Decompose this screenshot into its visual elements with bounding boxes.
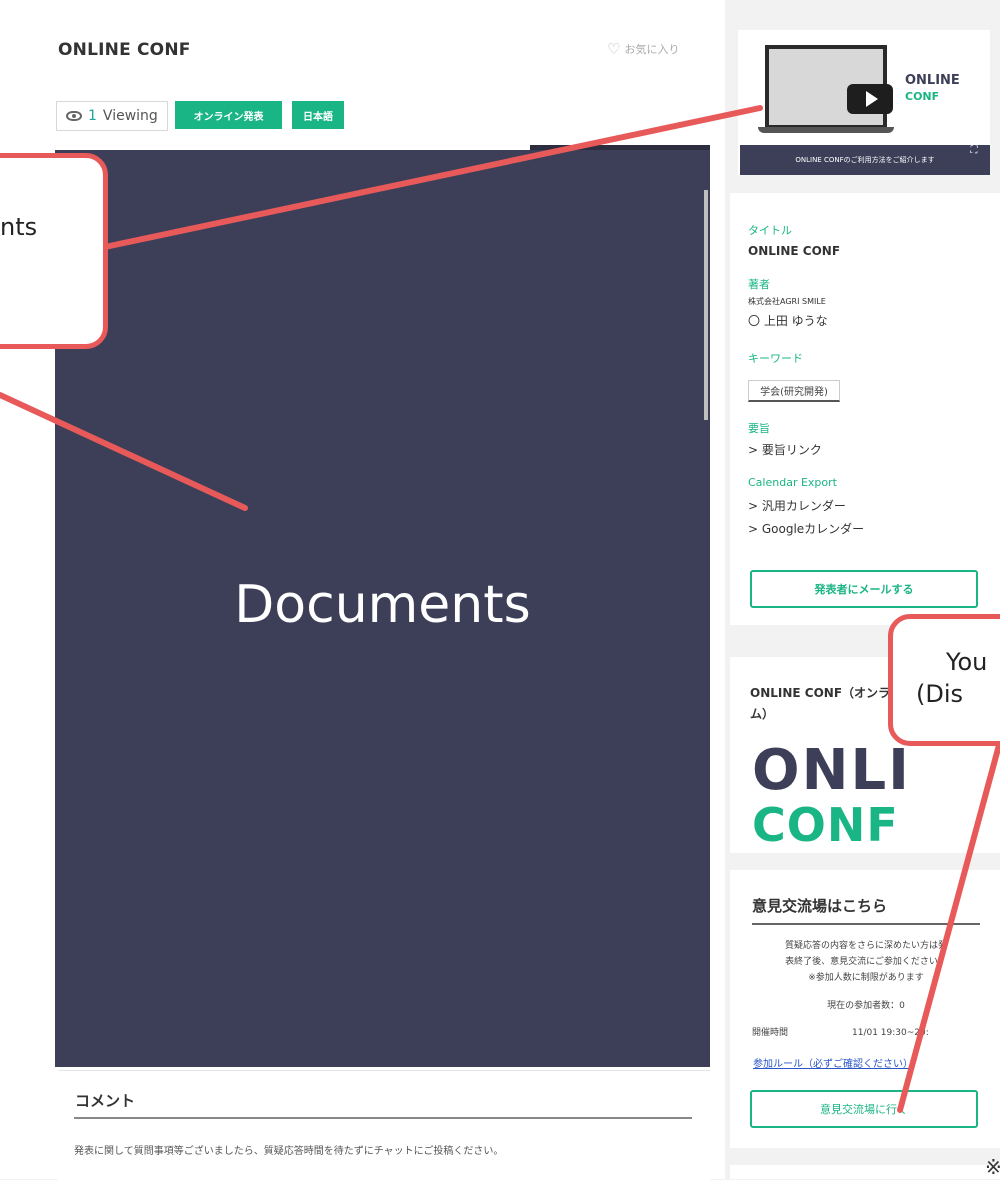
callout-discussion-line1: You: [946, 648, 988, 676]
play-button[interactable]: [847, 84, 893, 114]
page-title: ONLINE CONF: [58, 40, 191, 60]
discussion-text-2: 表終了後、意見交流にご参加ください。: [785, 957, 947, 967]
calendar-generic-link[interactable]: > 汎用カレンダー: [748, 497, 846, 514]
video-logo-top: ONLINE: [905, 73, 960, 88]
callout-documents-text: nts: [0, 213, 38, 241]
tag-online-presentation: オンライン発表: [175, 101, 282, 129]
laptop-base: [758, 127, 894, 133]
video-logo-bottom: CONF: [905, 90, 940, 103]
system-logo-bottom: CONF: [752, 798, 899, 852]
callout-discussion-line2: (Dis: [916, 680, 964, 708]
rules-link[interactable]: 参加ルール（必ずご確認ください）: [753, 1055, 913, 1070]
discussion-divider: [752, 923, 980, 925]
title-value: ONLINE CONF: [748, 244, 841, 258]
calendar-google-link[interactable]: > Googleカレンダー: [748, 520, 864, 537]
comment-title: コメント: [75, 1092, 136, 1110]
eye-icon: [66, 111, 82, 121]
discussion-text-1: 質疑応答の内容をさらに深めたい方は発: [784, 941, 947, 951]
comment-text: 発表に関して質問事項等ございましたら、質疑応答時間を待たずにチャットにご投稿くだ…: [74, 1146, 504, 1157]
time-label: 開催時間: [752, 1028, 789, 1038]
callout-documents: [0, 153, 108, 349]
discussion-text-3: ※参加人数に制限があります: [808, 973, 924, 983]
title-label: タイトル: [748, 224, 792, 237]
participant-count: 現在の参加者数：0: [827, 1001, 905, 1011]
keyword-chip[interactable]: 学会(研究開発): [748, 380, 840, 402]
document-scrollbar[interactable]: [704, 190, 708, 420]
discussion-title: 意見交流場はこちら: [752, 897, 888, 915]
time-value: 11/01 19:30~20:: [852, 1028, 929, 1038]
mail-presenter-button[interactable]: 発表者にメールする: [750, 570, 978, 608]
video-caption: ONLINE CONFのご利用方法をご紹介します: [740, 145, 990, 175]
favorite-button[interactable]: ♡ お気に入り: [607, 40, 679, 58]
fullscreen-icon[interactable]: ⛶: [963, 145, 985, 161]
play-icon: [865, 91, 878, 107]
system-logo-top: ONLI: [752, 738, 911, 803]
document-label: Documents: [234, 575, 531, 635]
abstract-link[interactable]: > 要旨リンク: [748, 441, 822, 458]
author-name: 〇 上田 ゆうな: [748, 314, 828, 328]
viewing-label: Viewing: [102, 108, 158, 124]
bottom-card: [730, 1165, 1000, 1179]
viewing-badge: 1 Viewing: [56, 101, 168, 131]
abstract-label: 要旨: [748, 422, 770, 435]
author-org: 株式会社AGRI SMILE: [748, 297, 826, 306]
comment-section: [58, 1070, 710, 1180]
tag-language: 日本語: [292, 101, 344, 129]
author-label: 著者: [748, 278, 770, 291]
go-discussion-button[interactable]: 意見交流場に行く: [750, 1090, 978, 1128]
comment-divider: [74, 1117, 692, 1119]
calendar-label: Calendar Export: [748, 476, 837, 489]
favorite-label: お気に入り: [624, 43, 680, 56]
viewing-count: 1: [88, 108, 97, 124]
heart-icon: ♡: [607, 40, 621, 58]
asterisk-mark: ※: [985, 1155, 1000, 1179]
keyword-label: キーワード: [748, 352, 803, 365]
